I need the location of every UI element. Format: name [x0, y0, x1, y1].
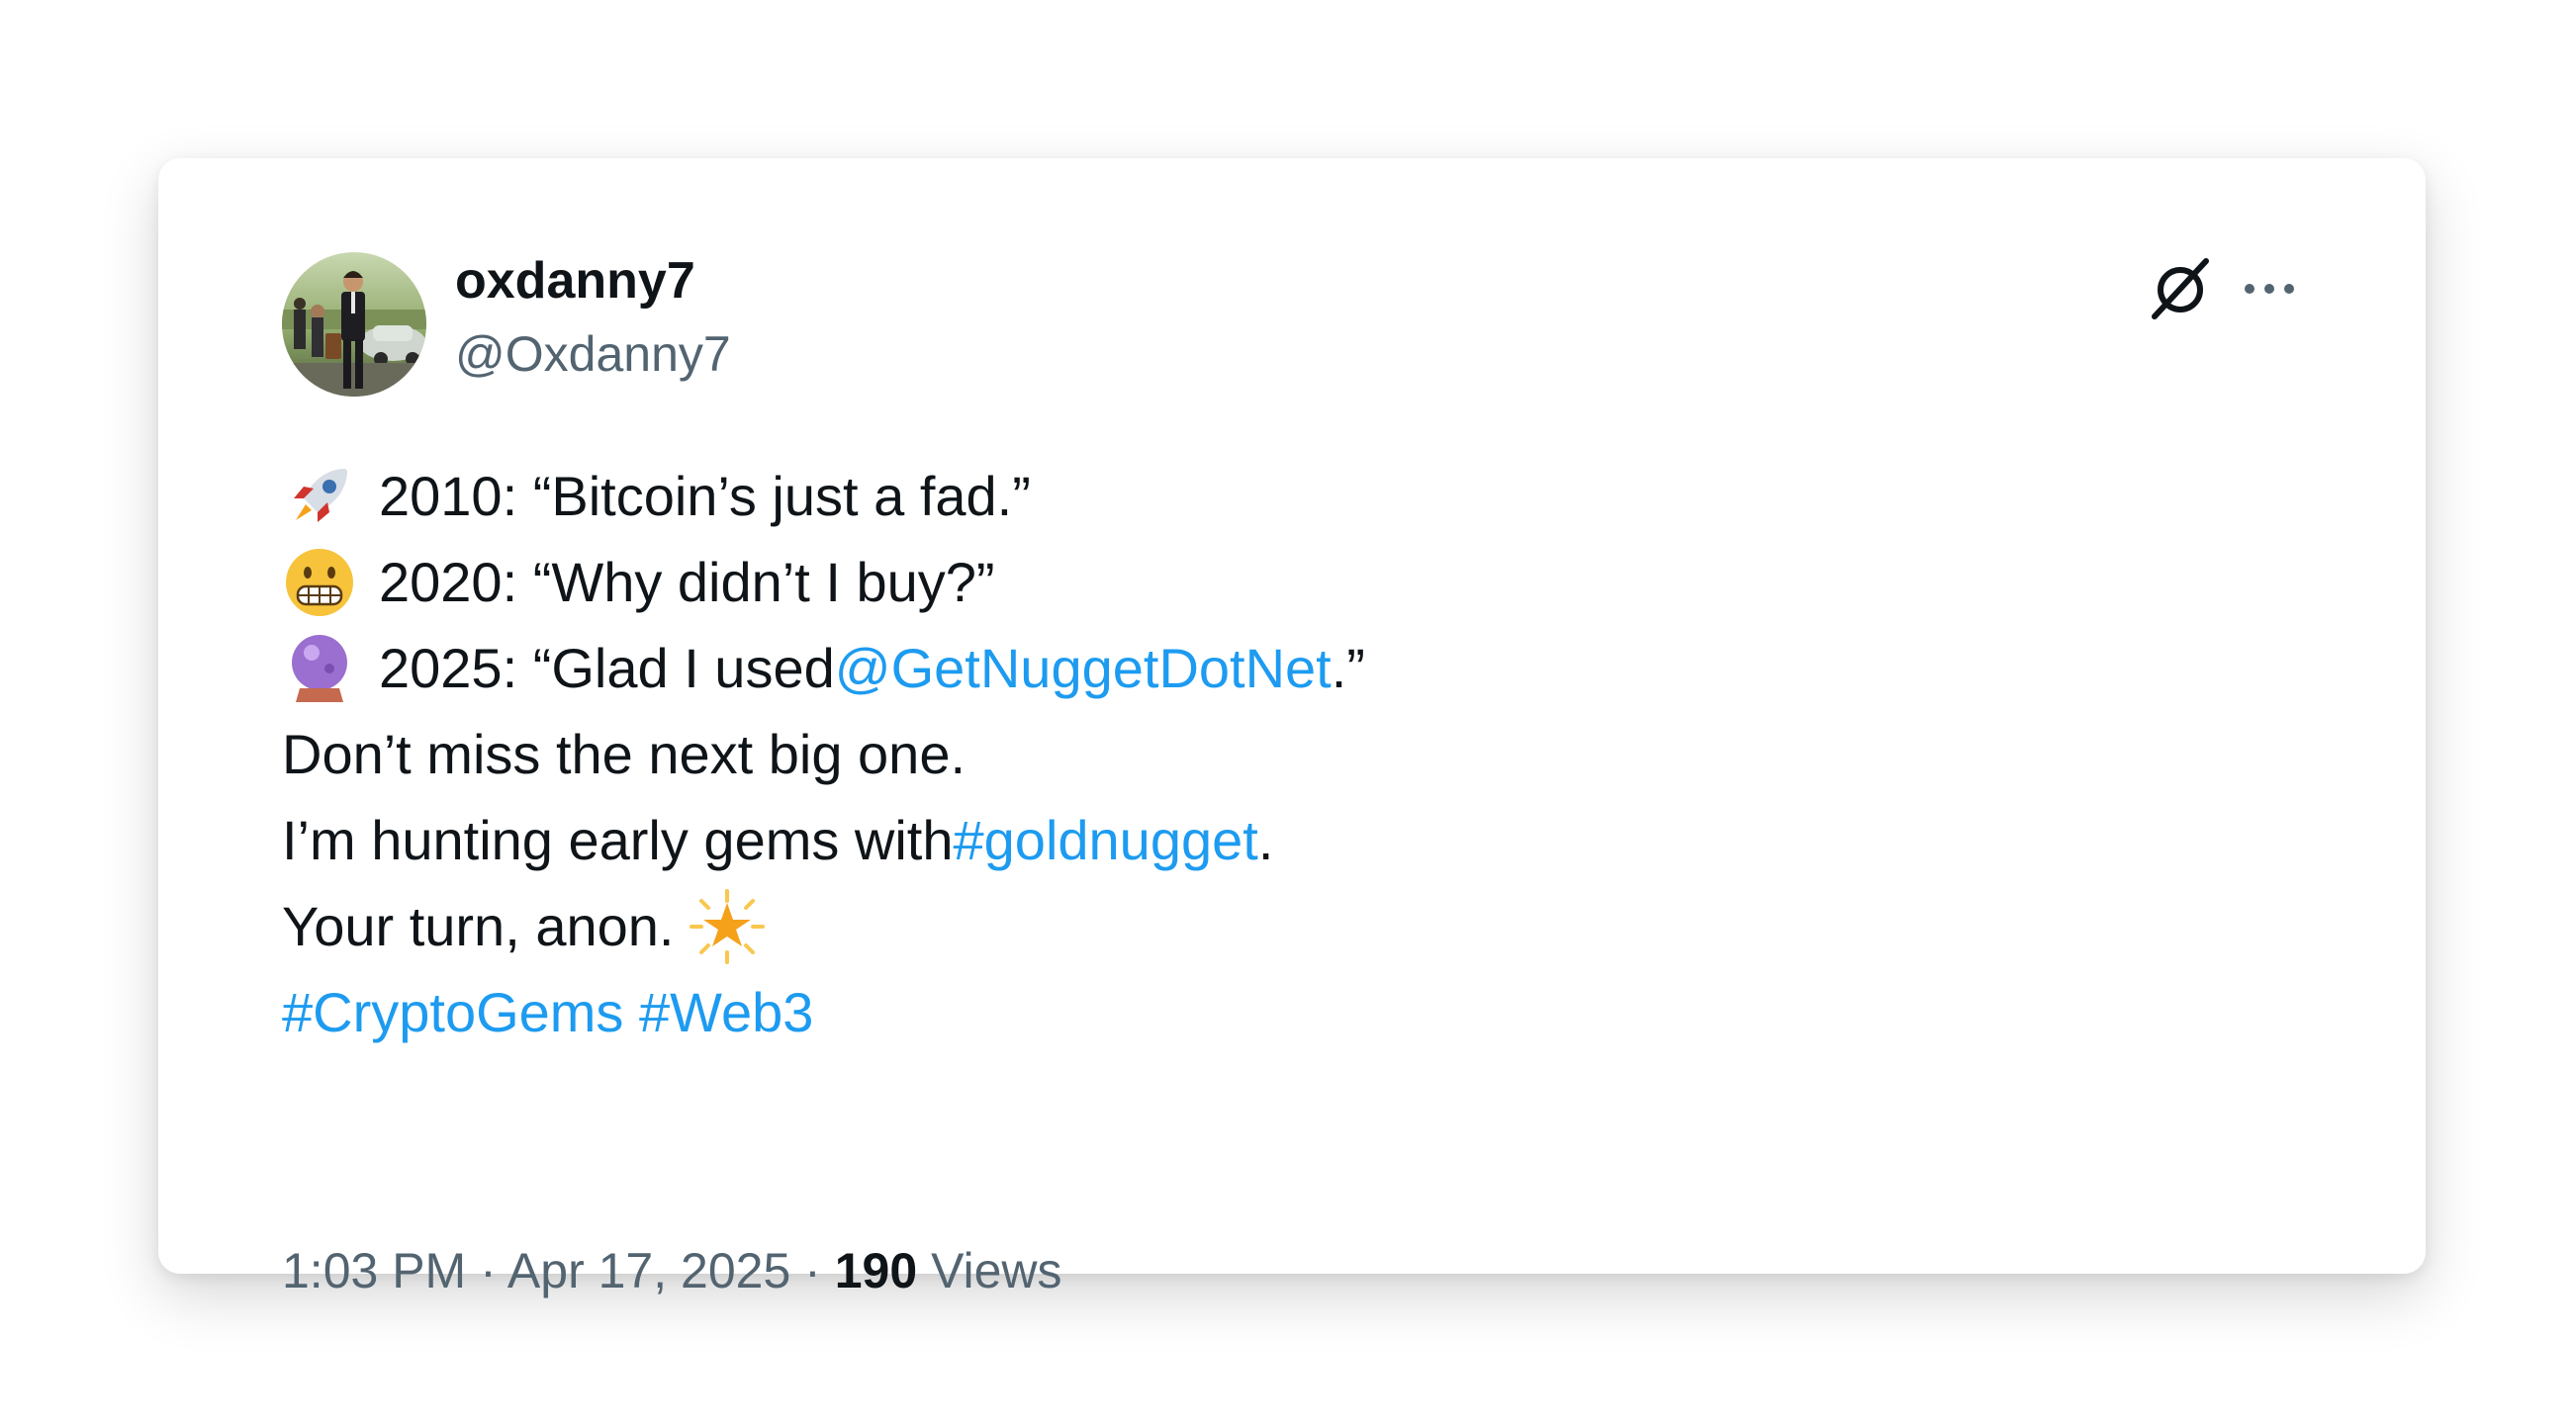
tweet-card: oxdanny7 @Oxdanny7 2010: “Bitcoin’s just…	[158, 158, 2426, 1295]
glowing-star-emoji	[690, 888, 766, 964]
tweet-line: I’m hunting early gems with #goldnugget.	[282, 797, 2260, 883]
tweet-line-text: 2010: “Bitcoin’s just a fad.”	[379, 465, 1031, 527]
grimacing-face-emoji	[286, 548, 353, 616]
tweet-metadata: 1:03 PM · Apr 17, 2025 · 190 Views	[282, 1246, 1062, 1295]
tweet-line-text: I’m hunting early gems with	[282, 809, 954, 871]
tweet-line: Don’t miss the next big one.	[282, 711, 2260, 797]
tweet-line: 2010: “Bitcoin’s just a fad.”	[282, 453, 2260, 539]
tweet-line-text: .	[1257, 809, 1274, 871]
hashtag-link[interactable]: #Web3	[639, 969, 813, 1055]
user-handle[interactable]: @Oxdanny7	[455, 329, 731, 379]
meta-separator: ·	[480, 1243, 497, 1298]
mention-link[interactable]: @GetNuggetDotNet	[835, 625, 1332, 711]
avatar[interactable]	[282, 252, 426, 397]
x-logo-icon[interactable]	[2145, 255, 2214, 324]
views-label: Views	[931, 1243, 1062, 1298]
hashtag-link[interactable]: #CryptoGems	[282, 969, 623, 1055]
tweet-date[interactable]: Apr 17, 2025	[507, 1243, 790, 1298]
tweet-line: 2025: “Glad I used @GetNuggetDotNet.”	[282, 625, 2260, 711]
tweet-line: 2020: “Why didn’t I buy?”	[282, 539, 2260, 625]
tweet-line-text: .”	[1331, 637, 1365, 699]
tweet-line-text: Your turn, anon.	[282, 895, 675, 957]
tweet-time[interactable]: 1:03 PM	[282, 1243, 466, 1298]
tweet-line-text: 2020: “Why didn’t I buy?”	[379, 551, 995, 613]
tweet-text: 2010: “Bitcoin’s just a fad.” 2020: “Why…	[282, 453, 2260, 1055]
tweet-line-text: 2025: “Glad I used	[379, 637, 835, 699]
display-name[interactable]: oxdanny7	[455, 255, 695, 307]
tweet-line: #CryptoGems #Web3	[282, 969, 2260, 1055]
crystal-ball-emoji	[292, 634, 347, 702]
more-options-icon[interactable]	[2240, 269, 2299, 309]
tweet-line: Your turn, anon.	[282, 883, 2260, 969]
views-count: 190	[834, 1243, 918, 1298]
tweet-line-text: Don’t miss the next big one.	[282, 723, 966, 785]
meta-separator: ·	[804, 1243, 821, 1298]
hashtag-link[interactable]: #goldnugget	[954, 797, 1258, 883]
rocket-emoji	[294, 468, 347, 522]
